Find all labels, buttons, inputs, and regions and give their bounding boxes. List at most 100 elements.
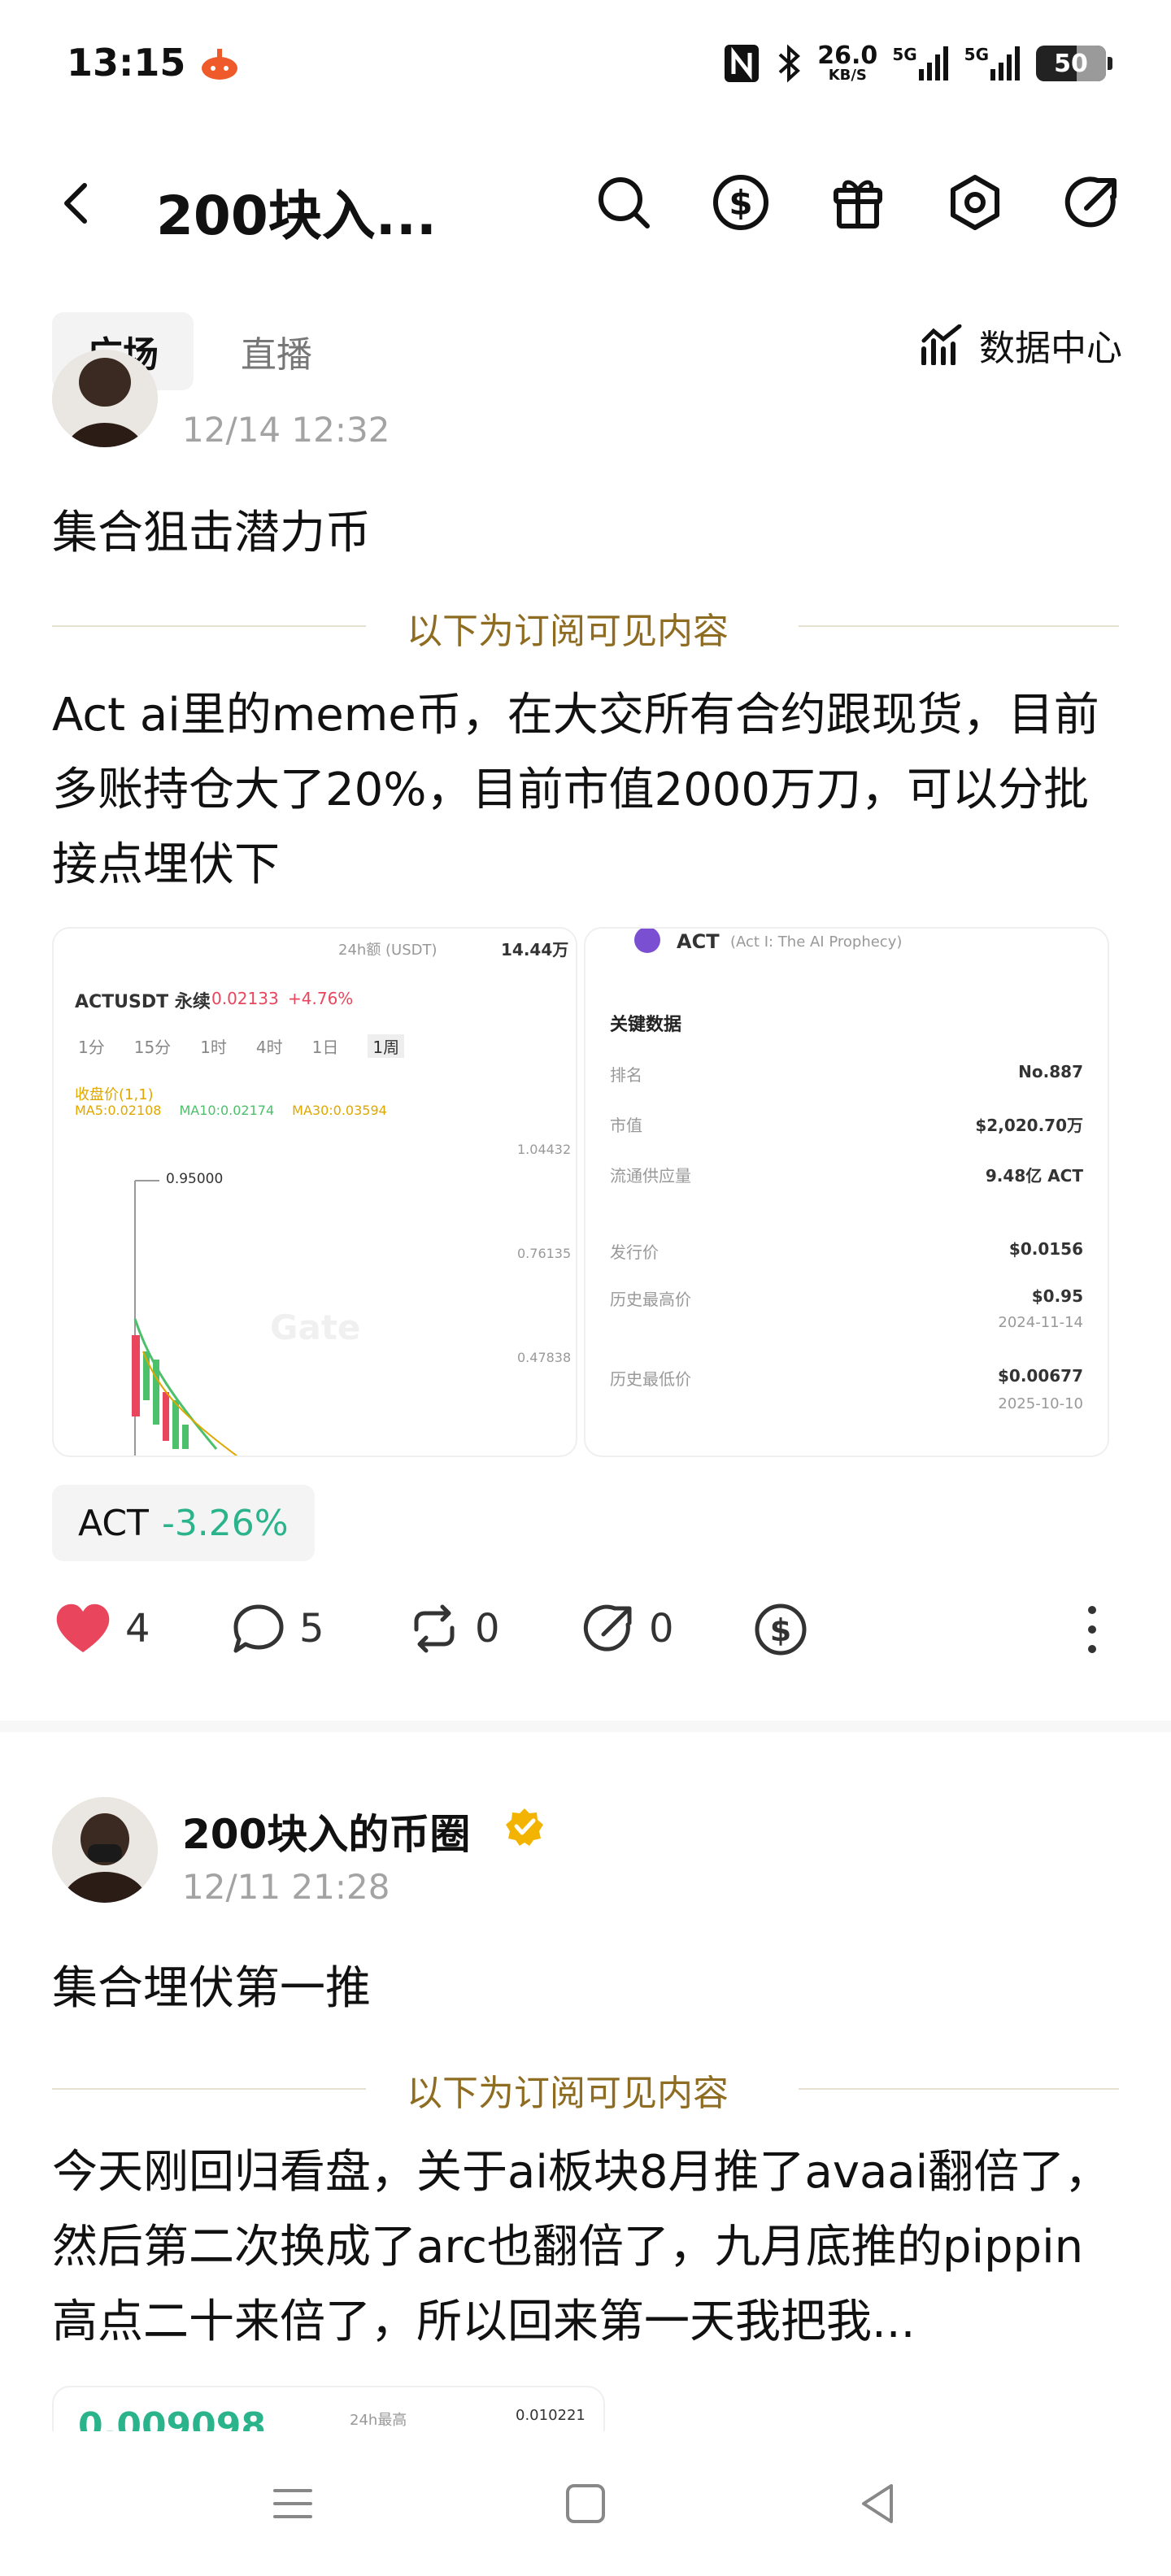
ma-values: MA5:0.02108 MA10:0.02174 MA30:0.03594 — [75, 1103, 387, 1118]
interval-1d: 1日 — [311, 1038, 339, 1057]
row-mcap-label: 市值 — [610, 1116, 642, 1135]
subscription-divider: 以下为订阅可见内容 — [407, 2073, 729, 2114]
status-time: 13:15 — [67, 41, 186, 85]
avatar[interactable] — [52, 350, 158, 447]
share-icon[interactable] — [1062, 172, 1122, 233]
post-title: 集合狙击潜力币 — [52, 507, 371, 559]
chart-change: +4.76% — [288, 989, 354, 1008]
bluetooth-icon — [778, 44, 801, 83]
svg-text:$: $ — [770, 1612, 791, 1648]
subscription-divider: 以下为订阅可见内容 — [407, 611, 729, 652]
settings-icon[interactable] — [945, 172, 1005, 233]
search-icon[interactable] — [594, 172, 654, 233]
chart-pair: ACTUSDT 永续 — [75, 992, 211, 1012]
interval-4h: 4时 — [255, 1038, 283, 1057]
row-supply-label: 流通供应量 — [610, 1166, 691, 1186]
svg-text:$: $ — [729, 183, 752, 223]
divider-line-left — [52, 2088, 366, 2090]
signal-2: 5G — [964, 45, 1021, 82]
data-center-label: 数据中心 — [979, 328, 1122, 369]
verified-badge-icon — [506, 1808, 543, 1846]
avatar[interactable] — [52, 1797, 158, 1903]
row-atl-value: $0.00677 — [997, 1366, 1083, 1386]
nav-icons: $ — [594, 172, 1122, 233]
divider-line-right — [799, 2088, 1119, 2090]
ma5: MA5:0.02108 — [75, 1103, 162, 1118]
token-logo-icon — [634, 929, 660, 953]
key-data-title: 关键数据 — [610, 1015, 682, 1035]
share-icon — [583, 1604, 632, 1651]
post-body: 今天刚回归看盘，关于ai板块8月推了avaai翻倍了，然后第二次换成了arc也翻… — [52, 2146, 1111, 2348]
dollar-icon[interactable]: $ — [711, 172, 771, 233]
token-change: -3.26% — [161, 1502, 289, 1544]
app-notification-icon — [202, 49, 237, 80]
data-center-link[interactable]: 数据中心 — [921, 319, 1122, 371]
page-title: 200块入... — [156, 185, 437, 247]
author-name[interactable]: 200块入的币圈 — [182, 1802, 470, 1860]
tab-live[interactable]: 直播 — [241, 312, 312, 390]
row-atl-date: 2025-10-10 — [998, 1395, 1083, 1412]
back-icon[interactable] — [854, 2479, 903, 2528]
ma-label: 收盘价(1,1) — [75, 1086, 154, 1103]
signal-bars-icon — [918, 46, 948, 80]
repost-icon — [414, 1604, 455, 1653]
back-button[interactable] — [54, 179, 102, 228]
repost-button[interactable]: 0 — [407, 1602, 500, 1656]
interval-15m: 15分 — [133, 1038, 172, 1057]
row-rank-value: No.887 — [1018, 1062, 1083, 1081]
battery-icon: 50 — [1036, 46, 1112, 81]
token-tag[interactable]: ACT -3.26% — [52, 1485, 315, 1561]
post-time: 12/11 21:28 — [182, 1867, 390, 1907]
comment-count: 5 — [299, 1606, 324, 1651]
chart-intervals: 1分 15分 1时 4时 1日 1周 — [78, 1034, 405, 1058]
more-icon[interactable] — [1080, 1602, 1104, 1657]
system-nav-bar — [0, 2431, 1171, 2576]
interval-1h: 1时 — [200, 1038, 227, 1057]
comment-button[interactable]: 5 — [231, 1602, 324, 1656]
ma30: MA30:0.03594 — [292, 1103, 387, 1118]
chart-price: 0.02133 — [211, 989, 279, 1008]
like-button[interactable]: 4 — [54, 1602, 150, 1656]
repost-count: 0 — [475, 1606, 500, 1651]
row-ath-value: $0.95 — [1031, 1286, 1083, 1306]
candlestick-chart — [132, 1180, 238, 1456]
signal-1: 5G — [892, 45, 949, 82]
row-issue-label: 发行价 — [610, 1242, 659, 1262]
preview-label: 24h最高 — [350, 2412, 407, 2429]
row-rank-label: 排名 — [610, 1065, 642, 1085]
status-right-group: 26.0 KB/S 5G 5G 50 — [723, 39, 1112, 88]
heart-icon — [56, 1603, 110, 1652]
post-body: Act ai里的meme币，在大交所有合约跟现货，目前多账持仓大了20%，目前市… — [52, 689, 1099, 891]
chart-header-right: 14.44万 — [501, 940, 569, 959]
token-symbol: ACT — [78, 1502, 149, 1544]
divider-line-left — [52, 625, 366, 627]
row-issue-value: $0.0156 — [1008, 1239, 1083, 1259]
interval-1w: 1周 — [368, 1034, 405, 1058]
gift-icon[interactable] — [828, 172, 888, 233]
comment-icon — [233, 1604, 284, 1653]
share-button[interactable]: 0 — [581, 1602, 674, 1656]
post-title: 集合埋伏第一推 — [52, 1962, 371, 2015]
like-count: 4 — [125, 1606, 150, 1651]
nfc-icon — [725, 45, 760, 82]
share-count: 0 — [649, 1606, 674, 1651]
row-mcap-value: $2,020.70万 — [975, 1116, 1083, 1135]
token-name: ACT — [677, 930, 720, 953]
post-time: 12/14 12:32 — [182, 410, 390, 450]
token-info-screenshot[interactable]: ACT (Act I: The AI Prophecy) 关键数据 排名 No.… — [584, 927, 1109, 1457]
row-ath-date: 2024-11-14 — [998, 1314, 1083, 1331]
chart-header-mid: 24h额 (USDT) — [338, 942, 437, 959]
menu-icon[interactable] — [268, 2479, 317, 2528]
interval-1m: 1分 — [78, 1038, 105, 1057]
signal-bars-icon — [990, 46, 1020, 80]
preview-value: 0.010221 — [516, 2407, 586, 2424]
home-icon[interactable] — [561, 2479, 610, 2528]
divider-line-right — [799, 625, 1119, 627]
post-separator — [0, 1721, 1171, 1732]
row-atl-label: 历史最低价 — [610, 1369, 691, 1389]
tip-icon[interactable]: $ — [753, 1602, 808, 1657]
network-speed: 26.0 KB/S — [817, 41, 878, 84]
chart-screenshot[interactable]: 24h额 (USDT) 14.44万 ACTUSDT 永续 0.02133 +4… — [52, 927, 577, 1457]
chart-icon — [921, 324, 962, 365]
avatar-image — [52, 1797, 158, 1903]
